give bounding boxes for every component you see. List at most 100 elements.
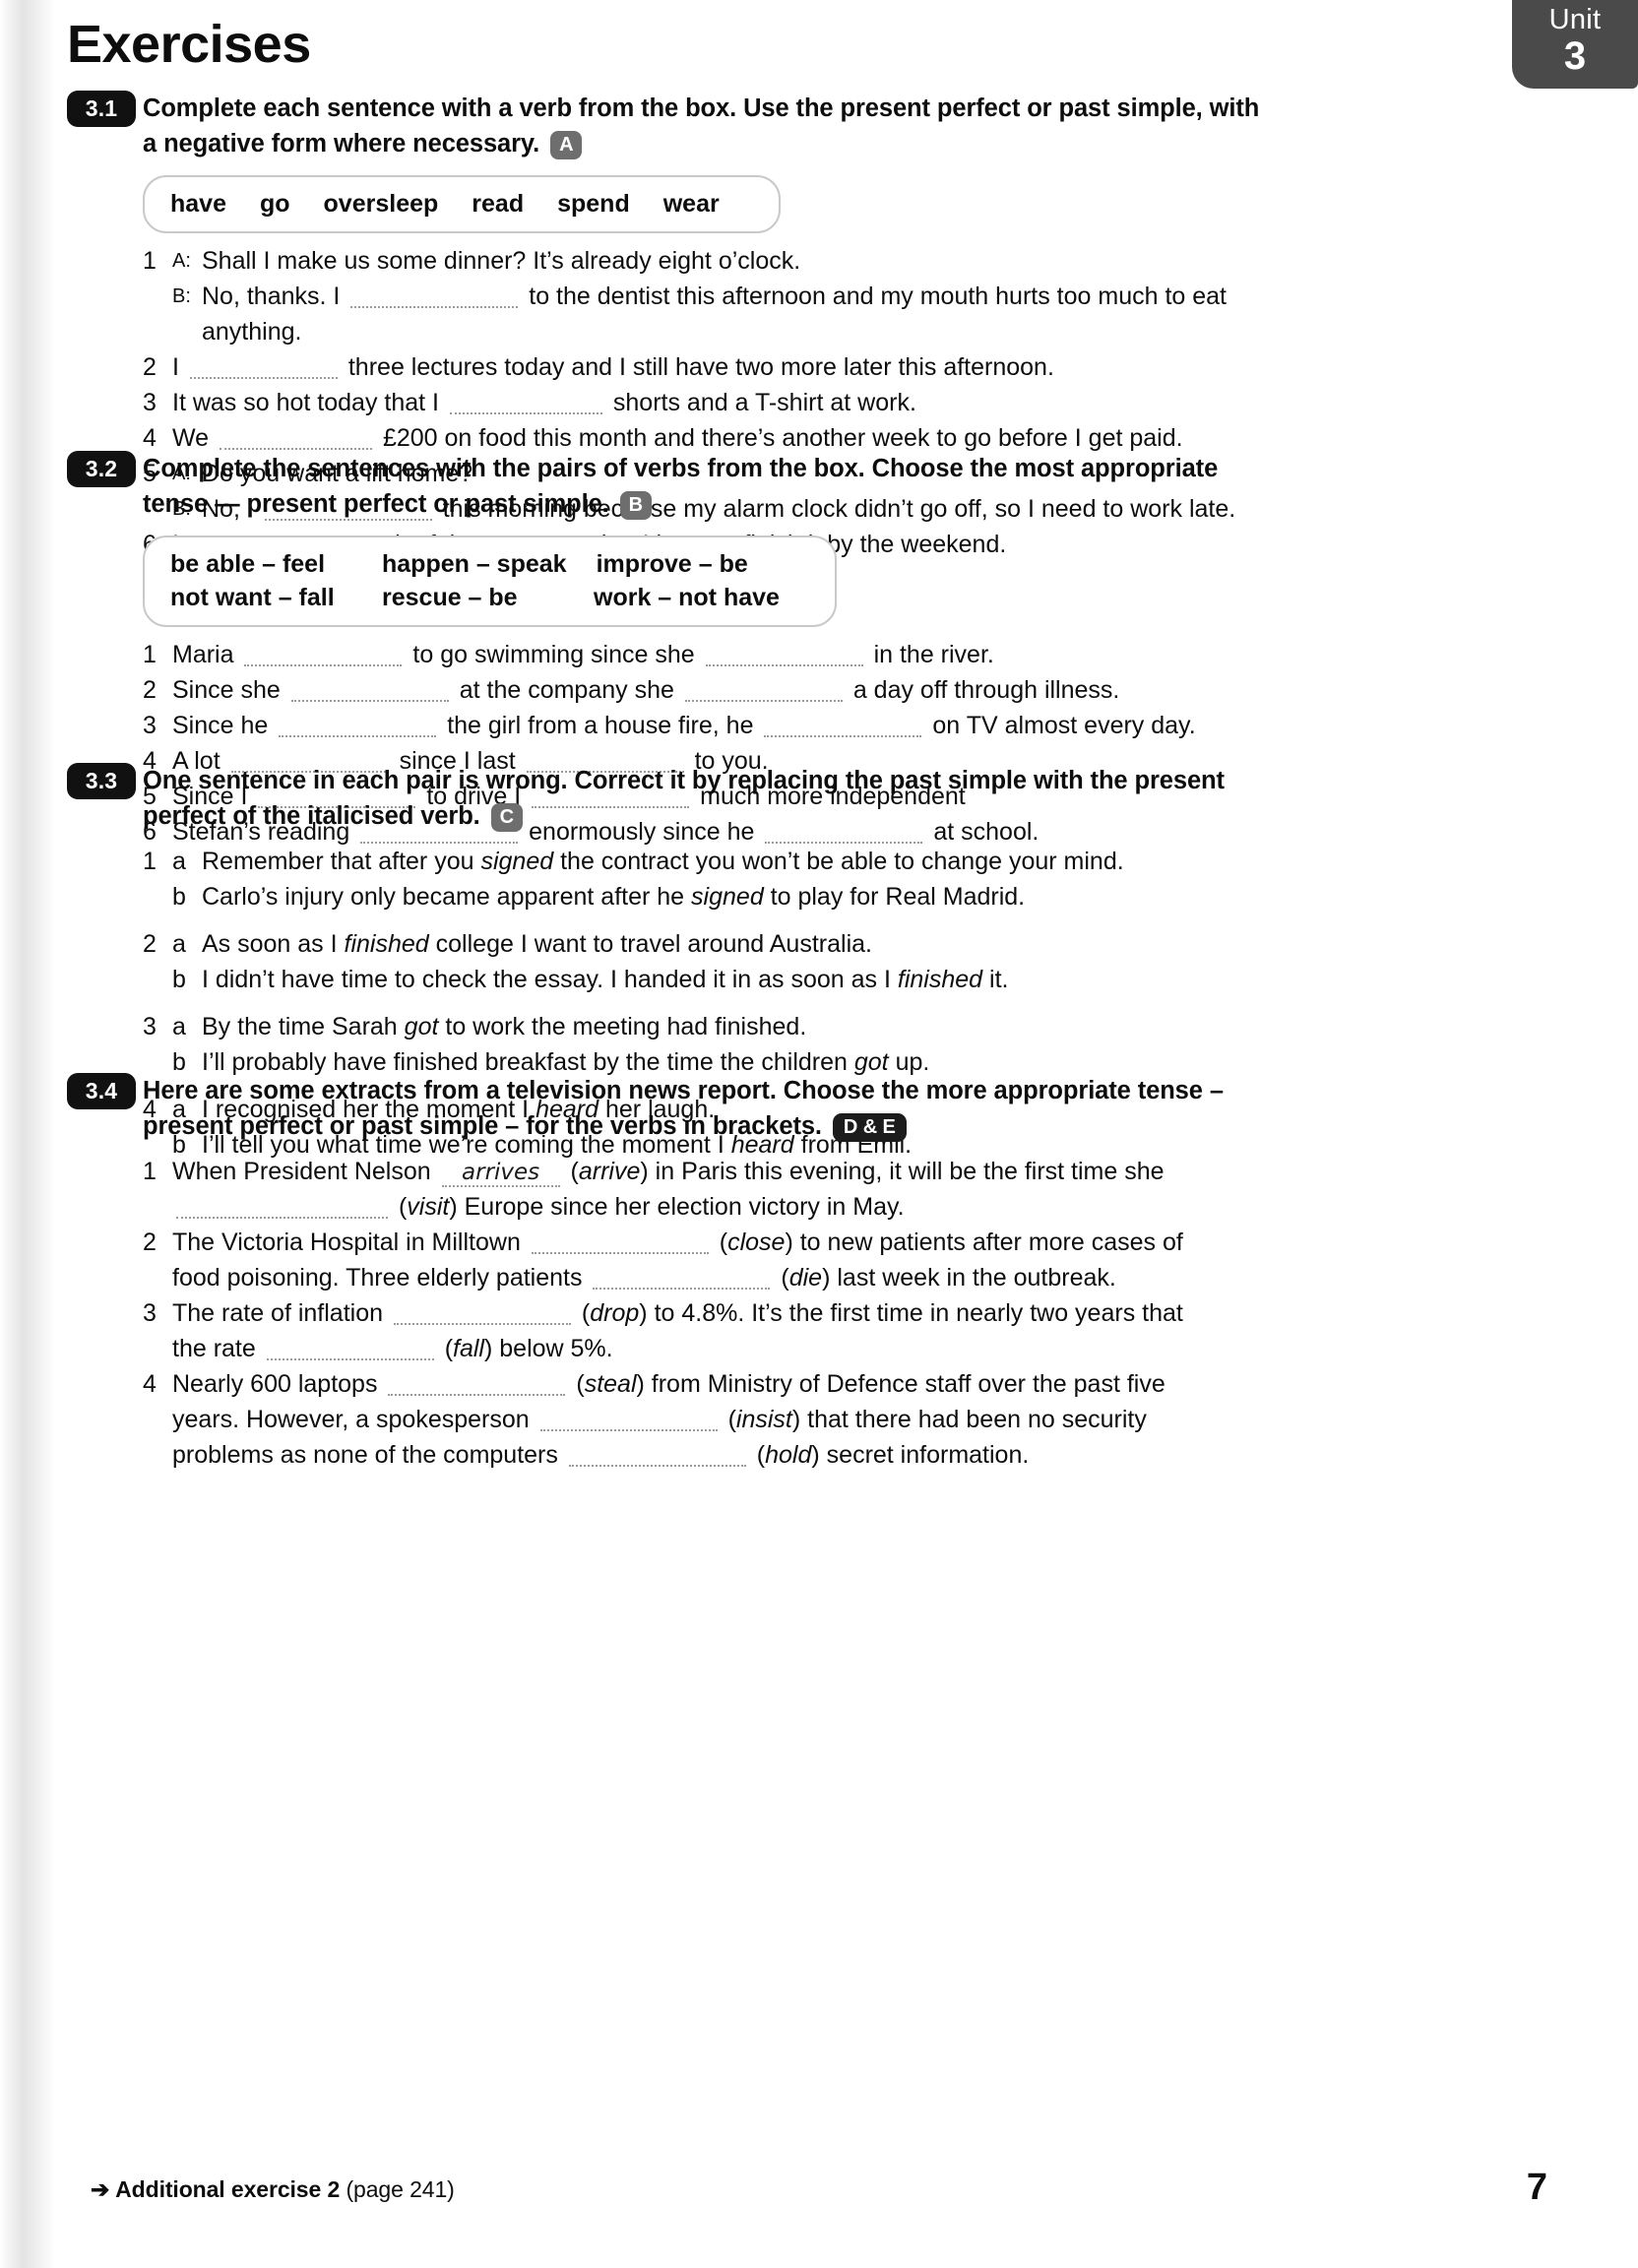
sentence-text: ) from Ministry of Defence staff over th… xyxy=(636,1370,1166,1398)
question-item: 1 Maria to go swimming since she in the r… xyxy=(143,637,1563,672)
question-body: Since she at the company she a day off t… xyxy=(172,672,1563,708)
answer-blank[interactable] xyxy=(684,678,843,702)
question-text-continuation: years. However, a spokesperson (insist) … xyxy=(172,1402,1563,1437)
answer-blank[interactable] xyxy=(449,391,602,414)
word-box-item[interactable]: improve – be xyxy=(597,547,779,581)
sentence-text: ) secret information. xyxy=(811,1441,1030,1469)
answer-blank[interactable] xyxy=(220,426,373,450)
word-box-item[interactable]: read xyxy=(472,187,524,220)
answer-blank[interactable] xyxy=(388,1372,566,1396)
dialogue-line: A: Shall I make us some dinner? It’s alre… xyxy=(172,243,1563,279)
question-text: Nearly 600 laptops (steal) from Ministry… xyxy=(172,1366,1563,1402)
sentence-pair-option: b I didn’t have time to check the essay. … xyxy=(172,962,1563,997)
word-box-item[interactable]: not want – fall xyxy=(170,581,352,614)
word-box-item[interactable]: happen – speak xyxy=(382,547,567,581)
answer-blank[interactable] xyxy=(176,1195,388,1219)
italicised-verb: signed xyxy=(691,883,764,911)
page-number: 7 xyxy=(1526,2167,1547,2208)
italicised-verb: steal xyxy=(584,1370,637,1398)
sentence-text: ) below 5%. xyxy=(483,1335,613,1362)
question-text: The Victoria Hospital in Milltown (close… xyxy=(172,1225,1563,1260)
word-box-item[interactable]: go xyxy=(260,187,290,220)
sentence-text: ( xyxy=(756,1441,766,1469)
sentence-text: shorts and a T-shirt at work. xyxy=(612,389,916,416)
sentence-text: ( xyxy=(781,1264,789,1292)
question-text: Maria to go swimming since she in the ri… xyxy=(172,637,1563,672)
option-letter: b xyxy=(172,883,186,911)
word-box: have go oversleep read spend wear xyxy=(143,175,781,233)
answer-blank[interactable] xyxy=(279,714,437,737)
page-title: Exercises xyxy=(67,15,311,74)
grammar-reference-badge[interactable]: A xyxy=(550,131,583,159)
sentence-text: We xyxy=(172,424,210,452)
dialogue-line: B: No, thanks. I to the dentist this afte… xyxy=(172,279,1563,314)
question-text: When President Nelson arrives (arrive) i… xyxy=(172,1154,1563,1189)
answer-blank[interactable] xyxy=(244,643,403,666)
italicised-verb: finished xyxy=(344,930,429,958)
answer-blank[interactable] xyxy=(539,1408,718,1431)
page-gutter-shadow xyxy=(0,0,55,2268)
sentence-text: I didn’t have time to check the essay. I… xyxy=(202,966,891,993)
sentence-text: Carlo’s injury only became apparent afte… xyxy=(202,883,685,911)
answer-blank[interactable] xyxy=(568,1443,746,1467)
italicised-verb: hold xyxy=(765,1441,812,1469)
instruction-line: tense — present perfect or past simple. … xyxy=(143,486,1563,522)
speaker-label: B: xyxy=(172,285,191,307)
question-item: 2 Since she at the company she a day off … xyxy=(143,672,1563,708)
answer-blank[interactable] xyxy=(189,355,338,379)
italicised-verb: arrive xyxy=(578,1158,641,1185)
answer-blank[interactable] xyxy=(266,1337,434,1360)
sentence-text: Maria xyxy=(172,641,234,668)
question-number: 3 xyxy=(143,1013,157,1040)
question-body: a By the time Sarah got to work the meeti… xyxy=(172,1009,1563,1080)
word-box-item[interactable]: work – not have xyxy=(594,581,780,614)
question-number: 2 xyxy=(143,930,157,958)
question-item: 1 a Remember that after you signed the con… xyxy=(143,844,1563,914)
question-number: 1 xyxy=(143,1158,157,1185)
question-text: It was so hot today that I shorts and a … xyxy=(172,385,1563,420)
sentence-pair-option: b Carlo’s injury only became apparent aft… xyxy=(172,879,1563,914)
question-number: 3 xyxy=(143,712,157,739)
dialogue-continuation: anything. xyxy=(202,318,302,346)
grammar-reference-badge[interactable]: C xyxy=(490,803,523,832)
word-box-item[interactable]: have xyxy=(170,187,226,220)
answer-blank-filled[interactable]: arrives xyxy=(441,1160,560,1187)
question-body: I three lectures today and I still have … xyxy=(172,349,1563,385)
answer-blank[interactable] xyxy=(393,1301,571,1325)
italicised-verb: got xyxy=(853,1048,889,1076)
answer-blank[interactable] xyxy=(350,284,519,308)
question-body: a Remember that after you signed the cont… xyxy=(172,844,1563,914)
dialogue-text: Shall I make us some dinner? It’s alread… xyxy=(202,243,800,279)
grammar-reference-badge[interactable]: D & E xyxy=(832,1113,907,1142)
word-box-row: have go oversleep read spend wear xyxy=(170,187,753,220)
question-text-continuation: problems as none of the computers (hold)… xyxy=(172,1437,1563,1473)
answer-blank[interactable] xyxy=(705,643,863,666)
sentence-text: The Victoria Hospital in Milltown xyxy=(172,1228,521,1256)
question-body: Since he the girl from a house fire, he … xyxy=(172,708,1563,743)
answer-blank[interactable] xyxy=(593,1266,771,1290)
sentence-text: food poisoning. Three elderly patients xyxy=(172,1264,583,1292)
answer-blank[interactable] xyxy=(290,678,449,702)
answer-blank[interactable] xyxy=(531,1230,709,1254)
sentence-text: Nearly 600 laptops xyxy=(172,1370,378,1398)
arrow-right-icon: ➔ xyxy=(91,2176,110,2202)
word-box-item[interactable]: spend xyxy=(557,187,630,220)
speaker-label: A: xyxy=(172,250,191,272)
italicised-verb: finished xyxy=(897,966,983,993)
sentence-text: Since she xyxy=(172,676,281,704)
question-body: Maria to go swimming since she in the ri… xyxy=(172,637,1563,672)
question-body: The rate of inflation (drop) to 4.8%. It… xyxy=(172,1295,1563,1366)
word-box-item[interactable]: oversleep xyxy=(324,187,439,220)
option-text: Carlo’s injury only became apparent afte… xyxy=(202,879,1025,914)
word-box-item[interactable]: rescue – be xyxy=(382,581,564,614)
italicised-verb: visit xyxy=(407,1193,450,1221)
question-body: The Victoria Hospital in Milltown (close… xyxy=(172,1225,1563,1295)
grammar-reference-badge[interactable]: B xyxy=(619,491,652,520)
word-box-item[interactable]: be able – feel xyxy=(170,547,352,581)
unit-number: 3 xyxy=(1563,34,1587,78)
answer-blank[interactable] xyxy=(764,714,922,737)
question-item: 4 Nearly 600 laptops (steal) from Ministr… xyxy=(143,1366,1563,1473)
footer-cross-reference[interactable]: ➔ Additional exercise 2 (page 241) xyxy=(91,2176,455,2203)
word-box-item[interactable]: wear xyxy=(663,187,720,220)
exercise-instruction: Complete the sentences with the pairs of… xyxy=(143,451,1563,522)
